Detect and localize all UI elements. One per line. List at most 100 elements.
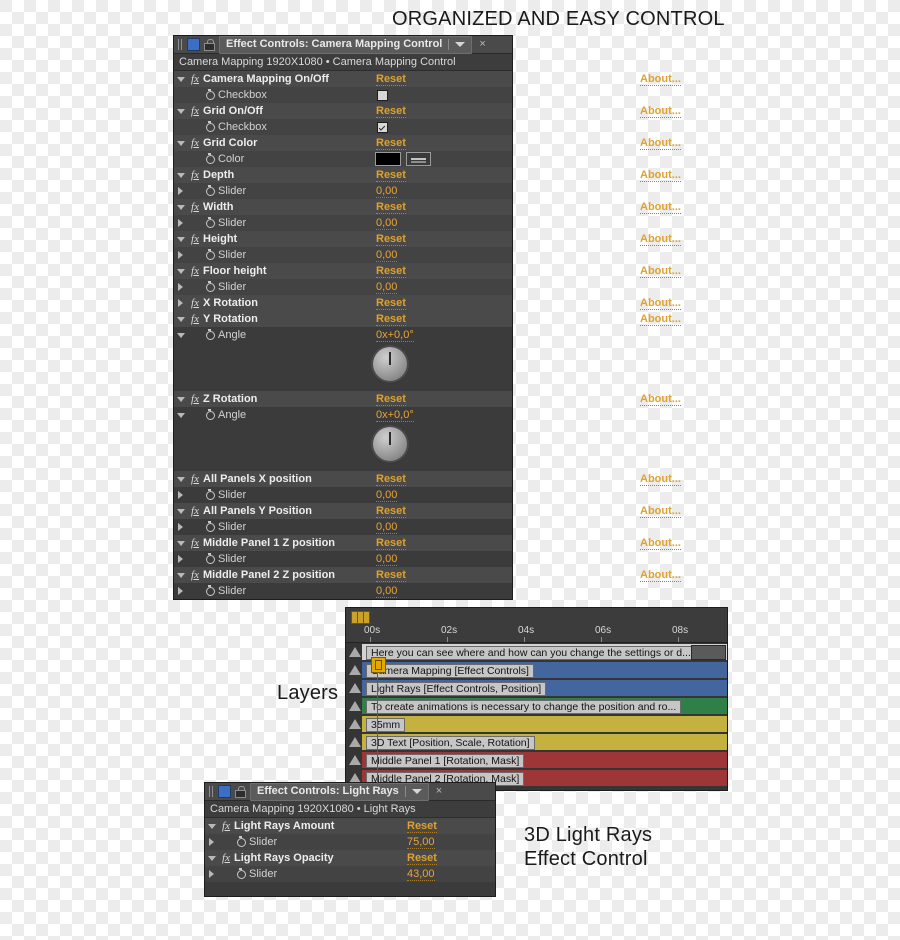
- reset-link[interactable]: Reset: [376, 265, 406, 278]
- twirl-right-icon[interactable]: [174, 283, 187, 291]
- timeline-layer-row[interactable]: Light Rays [Effect Controls, Position]: [346, 679, 727, 697]
- about-link[interactable]: About...: [640, 313, 681, 326]
- about-link[interactable]: About...: [640, 393, 681, 406]
- angle-dial[interactable]: [373, 347, 407, 381]
- checkbox-control[interactable]: [377, 121, 388, 133]
- stopwatch-icon[interactable]: [234, 835, 249, 847]
- close-icon[interactable]: ×: [479, 39, 485, 50]
- twirl-down-icon[interactable]: [174, 540, 187, 546]
- twirl-right-icon[interactable]: [174, 299, 187, 307]
- timeline-ruler[interactable]: 00s 02s 04s 06s 08s: [346, 624, 727, 643]
- twirl-down-icon[interactable]: [174, 268, 187, 274]
- twirl-down-icon[interactable]: [174, 236, 187, 242]
- timeline-layer-row[interactable]: Camera Mapping [Effect Controls]: [346, 661, 727, 679]
- layer-handle-icon[interactable]: [349, 773, 361, 783]
- twirl-down-icon[interactable]: [174, 412, 187, 418]
- reset-link[interactable]: Reset: [376, 473, 406, 486]
- eyedropper-icon[interactable]: [406, 152, 431, 166]
- twirl-right-icon[interactable]: [174, 555, 187, 563]
- twirl-down-icon[interactable]: [205, 855, 218, 861]
- layer-handle-icon[interactable]: [349, 683, 361, 693]
- stopwatch-icon[interactable]: [203, 184, 218, 196]
- property-value[interactable]: 75,00: [407, 836, 435, 849]
- panel-titlebar-light-rays[interactable]: Effect Controls: Light Rays ×: [205, 782, 495, 801]
- about-link[interactable]: About...: [640, 297, 681, 310]
- reset-link[interactable]: Reset: [376, 505, 406, 518]
- about-link[interactable]: About...: [640, 505, 681, 518]
- stopwatch-icon[interactable]: [203, 152, 218, 164]
- stopwatch-icon[interactable]: [203, 248, 218, 260]
- about-link[interactable]: About...: [640, 473, 681, 486]
- panel-tab[interactable]: Effect Controls: Camera Mapping Control: [219, 35, 473, 54]
- twirl-right-icon[interactable]: [174, 491, 187, 499]
- layer-handle-icon[interactable]: [349, 647, 361, 657]
- current-time-indicator-head[interactable]: [371, 657, 386, 673]
- property-value[interactable]: 0,00: [376, 585, 398, 598]
- twirl-right-icon[interactable]: [174, 587, 187, 595]
- twirl-down-icon[interactable]: [174, 396, 187, 402]
- twirl-down-icon[interactable]: [205, 823, 218, 829]
- layer-handle-icon[interactable]: [349, 755, 361, 765]
- property-value[interactable]: 0x+0,0°: [376, 409, 414, 422]
- about-link[interactable]: About...: [640, 169, 681, 182]
- timeline-layer-row[interactable]: 3D Text [Position, Scale, Rotation]: [346, 733, 727, 751]
- about-link[interactable]: About...: [640, 201, 681, 214]
- lock-icon[interactable]: [203, 38, 215, 51]
- property-value[interactable]: 0,00: [376, 185, 398, 198]
- twirl-down-icon[interactable]: [174, 108, 187, 114]
- close-icon[interactable]: ×: [436, 786, 442, 797]
- reset-link[interactable]: Reset: [376, 393, 406, 406]
- panel-menu-icon[interactable]: [411, 788, 422, 794]
- about-link[interactable]: About...: [640, 537, 681, 550]
- stopwatch-icon[interactable]: [203, 216, 218, 228]
- stopwatch-icon[interactable]: [203, 408, 218, 420]
- layer-handle-icon[interactable]: [349, 701, 361, 711]
- about-link[interactable]: About...: [640, 265, 681, 278]
- twirl-right-icon[interactable]: [174, 219, 187, 227]
- stopwatch-icon[interactable]: [203, 88, 218, 100]
- lock-icon[interactable]: [234, 785, 246, 798]
- twirl-down-icon[interactable]: [174, 476, 187, 482]
- layer-duration-bar[interactable]: [362, 716, 727, 732]
- about-link[interactable]: About...: [640, 137, 681, 150]
- stopwatch-icon[interactable]: [203, 552, 218, 564]
- reset-link[interactable]: Reset: [376, 105, 406, 118]
- reset-link[interactable]: Reset: [376, 137, 406, 150]
- reset-link[interactable]: Reset: [407, 852, 437, 865]
- reset-link[interactable]: Reset: [376, 201, 406, 214]
- twirl-down-icon[interactable]: [174, 76, 187, 82]
- twirl-down-icon[interactable]: [174, 316, 187, 322]
- property-value[interactable]: 43,00: [407, 868, 435, 881]
- stopwatch-icon[interactable]: [203, 584, 218, 596]
- twirl-down-icon[interactable]: [174, 572, 187, 578]
- property-value[interactable]: 0,00: [376, 281, 398, 294]
- twirl-right-icon[interactable]: [174, 187, 187, 195]
- grip-icon[interactable]: [178, 39, 184, 50]
- layer-handle-icon[interactable]: [349, 737, 361, 747]
- reset-link[interactable]: Reset: [376, 169, 406, 182]
- about-link[interactable]: About...: [640, 233, 681, 246]
- panel-tab[interactable]: Effect Controls: Light Rays: [250, 782, 429, 801]
- timeline-layer-row[interactable]: 35mm: [346, 715, 727, 733]
- property-value[interactable]: 0,00: [376, 489, 398, 502]
- about-link[interactable]: About...: [640, 73, 681, 86]
- reset-link[interactable]: Reset: [407, 820, 437, 833]
- twirl-down-icon[interactable]: [174, 204, 187, 210]
- twirl-down-icon[interactable]: [174, 332, 187, 338]
- twirl-right-icon[interactable]: [205, 870, 218, 878]
- checkbox-control[interactable]: [377, 89, 388, 101]
- stopwatch-icon[interactable]: [203, 280, 218, 292]
- twirl-right-icon[interactable]: [174, 523, 187, 531]
- current-time-indicator[interactable]: [377, 659, 378, 787]
- reset-link[interactable]: Reset: [376, 537, 406, 550]
- reset-link[interactable]: Reset: [376, 297, 406, 310]
- layer-handle-icon[interactable]: [349, 665, 361, 675]
- reset-link[interactable]: Reset: [376, 233, 406, 246]
- property-value[interactable]: 0,00: [376, 217, 398, 230]
- property-value[interactable]: 0,00: [376, 249, 398, 262]
- twirl-right-icon[interactable]: [205, 838, 218, 846]
- keyframe-navigator-icon[interactable]: [351, 611, 370, 624]
- twirl-down-icon[interactable]: [174, 508, 187, 514]
- stopwatch-icon[interactable]: [203, 520, 218, 532]
- stopwatch-icon[interactable]: [203, 328, 218, 340]
